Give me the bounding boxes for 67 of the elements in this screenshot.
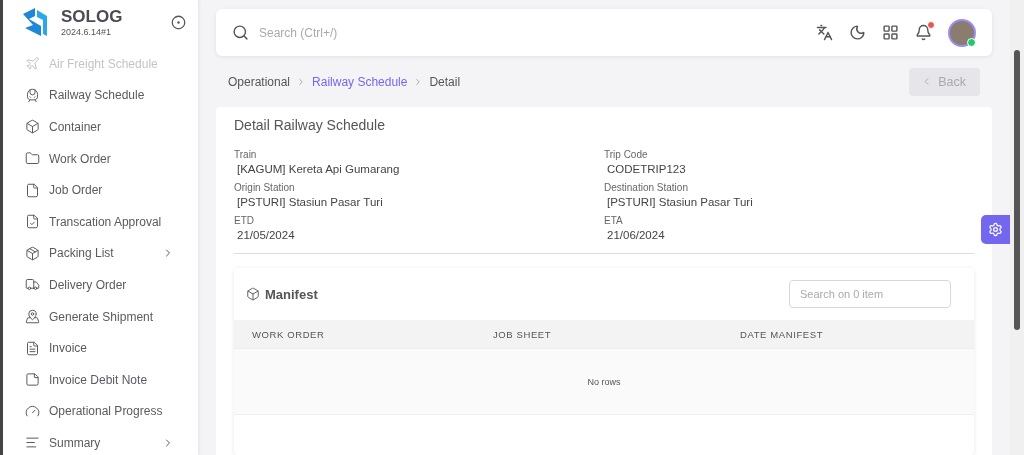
sidebar-item[interactable]: Work Order [3, 142, 198, 175]
bell-icon [915, 24, 932, 41]
sidebar-item[interactable]: Railway Schedule [3, 79, 198, 112]
manifest-title: Manifest [265, 286, 318, 302]
scrollbar[interactable] [1010, 0, 1024, 455]
sidebar-item[interactable]: Transcation Approval [3, 205, 198, 238]
dark-mode-button[interactable] [849, 24, 866, 41]
approval-icon [25, 214, 40, 230]
field-label: ETA [604, 215, 624, 226]
apps-button[interactable] [882, 24, 899, 41]
field-value: [PSTURI] Stasiun Pasar Turi [236, 196, 384, 208]
pin-icon [25, 309, 40, 325]
field-label: ETD [234, 215, 255, 226]
truck-icon [25, 277, 40, 293]
column-header: DATE MANIFEST [740, 328, 825, 340]
sidebar-item[interactable]: Invoice Debit Note [3, 363, 198, 396]
plane-icon [25, 56, 40, 72]
lines-icon [25, 435, 40, 451]
package-icon [25, 245, 40, 261]
card-title: Detail Railway Schedule [234, 117, 386, 133]
sidebar-item[interactable]: Operational Progress [3, 395, 198, 428]
pin-toggle-icon[interactable] [171, 14, 186, 30]
notification-button[interactable] [915, 24, 932, 41]
field-label: Destination Station [604, 182, 689, 193]
avatar[interactable] [948, 18, 976, 47]
field-value: CODETRIP123 [606, 163, 687, 175]
box-icon [246, 287, 260, 301]
online-status-dot [967, 37, 976, 47]
field-value: 21/05/2024 [236, 229, 296, 241]
breadcrumb-link[interactable]: Detail [429, 74, 461, 89]
field-label: Origin Station [234, 182, 296, 193]
field-value: 21/06/2024 [606, 229, 666, 241]
sidebar-item[interactable]: Delivery Order [3, 269, 198, 301]
sidebar-item[interactable]: Packing List [3, 237, 198, 270]
column-header: JOB SHEET [493, 328, 553, 340]
gauge-icon [25, 403, 40, 419]
invoice-icon [25, 340, 40, 356]
field-value: [PSTURI] Stasiun Pasar Turi [606, 196, 754, 208]
sidebar-item[interactable]: Invoice [3, 332, 198, 364]
search-icon [232, 24, 249, 41]
sidebar-item[interactable]: Container [3, 111, 198, 143]
moon-icon [849, 24, 866, 41]
version-text: 2024.6.14#1 [61, 27, 113, 37]
settings-icon [988, 222, 1003, 237]
column-header: WORK ORDER [252, 328, 326, 340]
file-icon [25, 182, 40, 198]
sidebar-item[interactable]: Job Order [3, 174, 198, 206]
settings-button[interactable] [981, 215, 1010, 244]
field-value: [KAGUM] Kereta Api Gumarang [236, 163, 401, 175]
translate-button[interactable] [816, 24, 833, 41]
breadcrumb-link[interactable]: Operational [228, 74, 291, 89]
translate-icon [816, 24, 833, 41]
note-icon [25, 372, 40, 388]
field-label: Trip Code [604, 149, 649, 160]
container-icon [25, 119, 40, 135]
brand-name: SOLOG [61, 7, 124, 27]
folder-icon [25, 151, 40, 167]
sidebar-item[interactable]: Generate Shipment [3, 300, 198, 333]
empty-message: No rows [587, 376, 621, 387]
sidebar-item[interactable]: Summary [3, 427, 198, 455]
grid-icon [882, 24, 899, 41]
notification-dot [927, 21, 935, 29]
breadcrumb-link[interactable]: Railway Schedule [312, 74, 408, 89]
train-icon [25, 87, 40, 103]
field-label: Train [234, 149, 258, 160]
search-field[interactable]: Search on 0 item [789, 280, 951, 308]
scrollbar-thumb[interactable] [1014, 50, 1020, 330]
